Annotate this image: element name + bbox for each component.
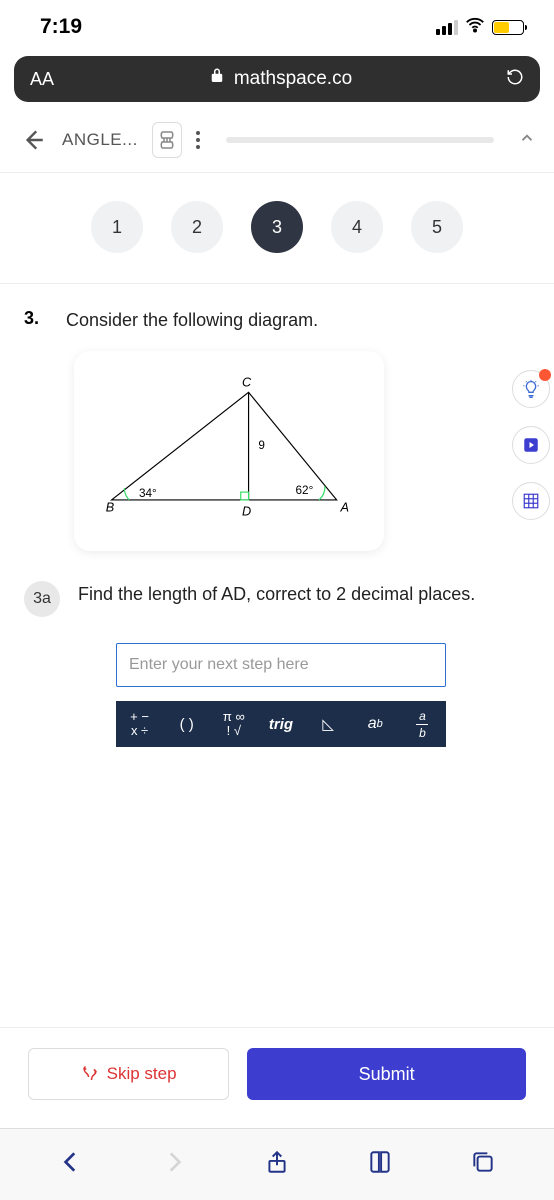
side-tools bbox=[512, 370, 550, 520]
app-header: ANGLE... bbox=[0, 108, 554, 173]
part-prompt: Find the length of AD, correct to 2 deci… bbox=[78, 581, 475, 608]
video-button[interactable] bbox=[512, 426, 550, 464]
svg-text:9: 9 bbox=[258, 439, 265, 452]
table-button[interactable] bbox=[512, 482, 550, 520]
nav-tabs-button[interactable] bbox=[465, 1144, 501, 1180]
breadcrumb[interactable]: ANGLE... bbox=[62, 130, 138, 150]
tb-trig[interactable]: trig bbox=[257, 701, 304, 747]
text-size-button[interactable]: AA bbox=[30, 69, 54, 90]
signal-icon bbox=[436, 20, 458, 35]
nav-forward-button[interactable] bbox=[156, 1144, 192, 1180]
tb-triangle[interactable]: ◺ bbox=[305, 701, 352, 747]
wifi-icon bbox=[464, 14, 486, 41]
url-bar[interactable]: AA mathspace.co bbox=[14, 56, 540, 102]
svg-text:D: D bbox=[242, 504, 251, 519]
tb-parentheses[interactable]: ( ) bbox=[163, 701, 210, 747]
tb-operators[interactable]: + − x ÷ bbox=[116, 701, 163, 747]
scroll-button[interactable] bbox=[152, 122, 182, 158]
battery-icon bbox=[492, 20, 524, 35]
skip-button[interactable]: Skip step bbox=[28, 1048, 229, 1100]
triangle-diagram: C B D A 9 34° 62° bbox=[92, 369, 366, 533]
submit-button[interactable]: Submit bbox=[247, 1048, 526, 1100]
tb-fraction[interactable]: ab bbox=[399, 701, 446, 747]
step-4[interactable]: 4 bbox=[331, 201, 383, 253]
part-badge: 3a bbox=[24, 581, 60, 617]
svg-text:B: B bbox=[106, 500, 115, 515]
step-5[interactable]: 5 bbox=[411, 201, 463, 253]
question-content: 3. Consider the following diagram. C B D… bbox=[0, 284, 554, 747]
lock-icon bbox=[208, 67, 226, 91]
step-2[interactable]: 2 bbox=[171, 201, 223, 253]
question-prompt: Consider the following diagram. bbox=[66, 308, 318, 333]
step-1[interactable]: 1 bbox=[91, 201, 143, 253]
svg-text:34°: 34° bbox=[139, 487, 157, 500]
chevron-up-icon[interactable] bbox=[518, 129, 536, 152]
nav-bookmarks-button[interactable] bbox=[362, 1144, 398, 1180]
url-text: mathspace.co bbox=[234, 68, 352, 90]
answer-input[interactable] bbox=[116, 643, 446, 687]
svg-text:62°: 62° bbox=[296, 484, 314, 497]
url-display[interactable]: mathspace.co bbox=[54, 67, 506, 91]
svg-text:C: C bbox=[242, 375, 252, 390]
browser-nav bbox=[0, 1128, 554, 1200]
tb-exponent[interactable]: ab bbox=[352, 701, 399, 747]
progress-bar bbox=[226, 137, 494, 143]
hint-button[interactable] bbox=[512, 370, 550, 408]
question-number: 3. bbox=[24, 308, 48, 329]
status-time: 7:19 bbox=[40, 15, 82, 39]
status-icons bbox=[436, 14, 524, 41]
back-button[interactable] bbox=[18, 125, 48, 155]
refresh-button[interactable] bbox=[506, 68, 524, 91]
tb-constants[interactable]: π ∞ ! √ bbox=[210, 701, 257, 747]
nav-share-button[interactable] bbox=[259, 1144, 295, 1180]
action-bar: Skip step Submit bbox=[0, 1027, 554, 1100]
diagram-card: C B D A 9 34° 62° bbox=[74, 351, 384, 551]
step-nav: 1 2 3 4 5 bbox=[0, 173, 554, 284]
nav-back-button[interactable] bbox=[53, 1144, 89, 1180]
status-bar: 7:19 bbox=[0, 0, 554, 50]
more-menu-button[interactable] bbox=[196, 131, 200, 149]
svg-text:A: A bbox=[340, 500, 349, 515]
math-toolbar: + − x ÷ ( ) π ∞ ! √ trig ◺ ab ab bbox=[116, 701, 446, 747]
step-3[interactable]: 3 bbox=[251, 201, 303, 253]
